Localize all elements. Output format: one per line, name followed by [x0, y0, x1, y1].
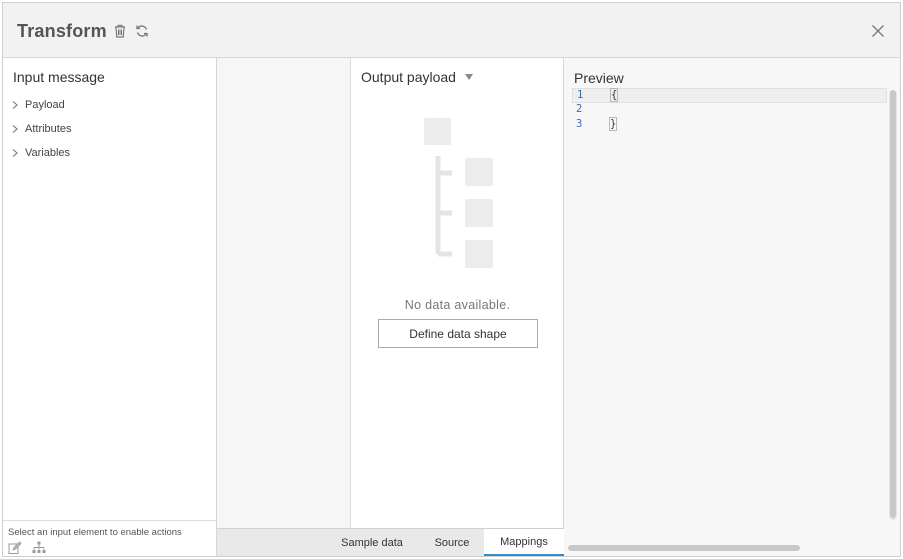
- scrollbar-thumb[interactable]: [890, 90, 896, 518]
- edit-icon[interactable]: [8, 541, 22, 555]
- line-number: 1: [577, 89, 584, 101]
- tree-item-payload[interactable]: Payload: [9, 96, 65, 114]
- tree-item-variables[interactable]: Variables: [9, 144, 70, 162]
- code-line: 2: [572, 103, 887, 118]
- preview-title: Preview: [574, 70, 624, 86]
- code-editor[interactable]: 1 { 2 3 }: [572, 88, 887, 518]
- scrollbar-thumb[interactable]: [568, 545, 800, 551]
- dialog-title: Transform: [17, 21, 107, 41]
- transform-dialog: Transform Input message Payload Attribut…: [2, 2, 901, 557]
- tree-item-attributes[interactable]: Attributes: [9, 120, 71, 138]
- close-icon[interactable]: [870, 23, 886, 39]
- input-panel-title: Input message: [13, 69, 105, 85]
- line-number: 2: [576, 103, 583, 115]
- code-line: 1 {: [572, 88, 887, 103]
- tree-item-label: Payload: [25, 99, 65, 111]
- preview-panel: Preview 1 { 2 3 }: [564, 58, 900, 556]
- chevron-right-icon: [12, 149, 18, 157]
- refresh-icon[interactable]: [134, 23, 150, 39]
- tab-source[interactable]: Source: [417, 529, 487, 556]
- tab-sample-data[interactable]: Sample data: [332, 529, 412, 556]
- dialog-header: Transform: [3, 3, 900, 58]
- line-code: }: [608, 117, 618, 131]
- tab-mappings[interactable]: Mappings: [484, 529, 564, 556]
- tree-item-label: Variables: [25, 147, 71, 159]
- empty-tree-illustration: [424, 118, 493, 268]
- code-line: 3 }: [572, 117, 887, 133]
- line-code: {: [609, 88, 619, 102]
- define-data-shape-button[interactable]: Define data shape: [378, 319, 538, 348]
- bottom-tab-bar: Sample data Source Mappings: [217, 528, 564, 556]
- vertical-scrollbar[interactable]: [889, 90, 897, 520]
- output-payload-panel: Output payload No data available. Define…: [351, 58, 564, 528]
- output-type-selector[interactable]: Output payload: [361, 69, 473, 85]
- chevron-right-icon: [12, 125, 18, 133]
- footer-hint: Select an input element to enable action…: [8, 527, 182, 538]
- chevron-right-icon: [12, 101, 18, 109]
- output-panel-title: Output payload: [361, 69, 456, 85]
- horizontal-scrollbar[interactable]: [568, 544, 888, 552]
- line-number: 3: [576, 118, 583, 130]
- input-actions-footer: Select an input element to enable action…: [3, 520, 216, 556]
- empty-state-text: No data available.: [404, 298, 511, 312]
- trash-icon[interactable]: [112, 23, 128, 39]
- mapping-canvas: [217, 58, 351, 528]
- hierarchy-icon[interactable]: [32, 541, 46, 555]
- tree-item-label: Attributes: [25, 123, 72, 135]
- input-message-panel: Input message Payload Attributes Variabl…: [3, 58, 217, 556]
- caret-down-icon: [464, 74, 473, 80]
